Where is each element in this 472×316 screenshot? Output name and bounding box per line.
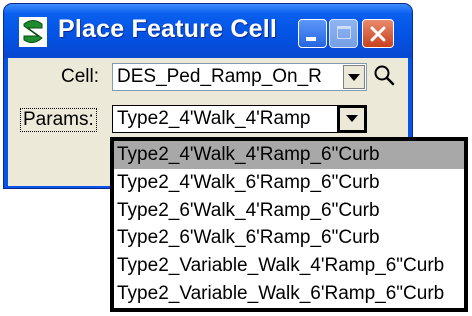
minimize-icon[interactable] [298,19,327,48]
params-combo[interactable]: Type2_4'Walk_4'Ramp [112,105,367,133]
dropdown-option[interactable]: Type2_Variable_Walk_6'Ramp_6"Curb [114,280,464,308]
title-bar[interactable]: Place Feature Cell [4,4,412,58]
dropdown-option[interactable]: Type2_4'Walk_4'Ramp_6"Curb [114,141,464,169]
chevron-down-icon[interactable] [343,65,365,89]
dropdown-option[interactable]: Type2_Variable_Walk_4'Ramp_6"Curb [114,252,464,280]
params-label: Params: [20,108,97,132]
search-icon[interactable] [372,64,396,88]
dropdown-option[interactable]: Type2_6'Walk_4'Ramp_6"Curb [114,197,464,225]
params-dropdown-list[interactable]: Type2_4'Walk_4'Ramp_6"Curb Type2_4'Walk_… [110,137,468,312]
window-title: Place Feature Cell [58,15,277,43]
dropdown-option[interactable]: Type2_4'Walk_6'Ramp_6"Curb [114,169,464,197]
close-icon[interactable] [362,19,394,48]
cell-combo-value: DES_Ped_Ramp_On_R [117,66,322,87]
chevron-down-icon[interactable] [337,106,366,132]
dropdown-option[interactable]: Type2_6'Walk_6'Ramp_6"Curb [114,224,464,252]
app-cell-icon [19,17,47,47]
cell-combo[interactable]: DES_Ped_Ramp_On_R [112,63,367,91]
cell-label: Cell: [61,66,100,87]
params-combo-value: Type2_4'Walk_4'Ramp [117,108,311,129]
maximize-icon[interactable] [329,19,358,48]
